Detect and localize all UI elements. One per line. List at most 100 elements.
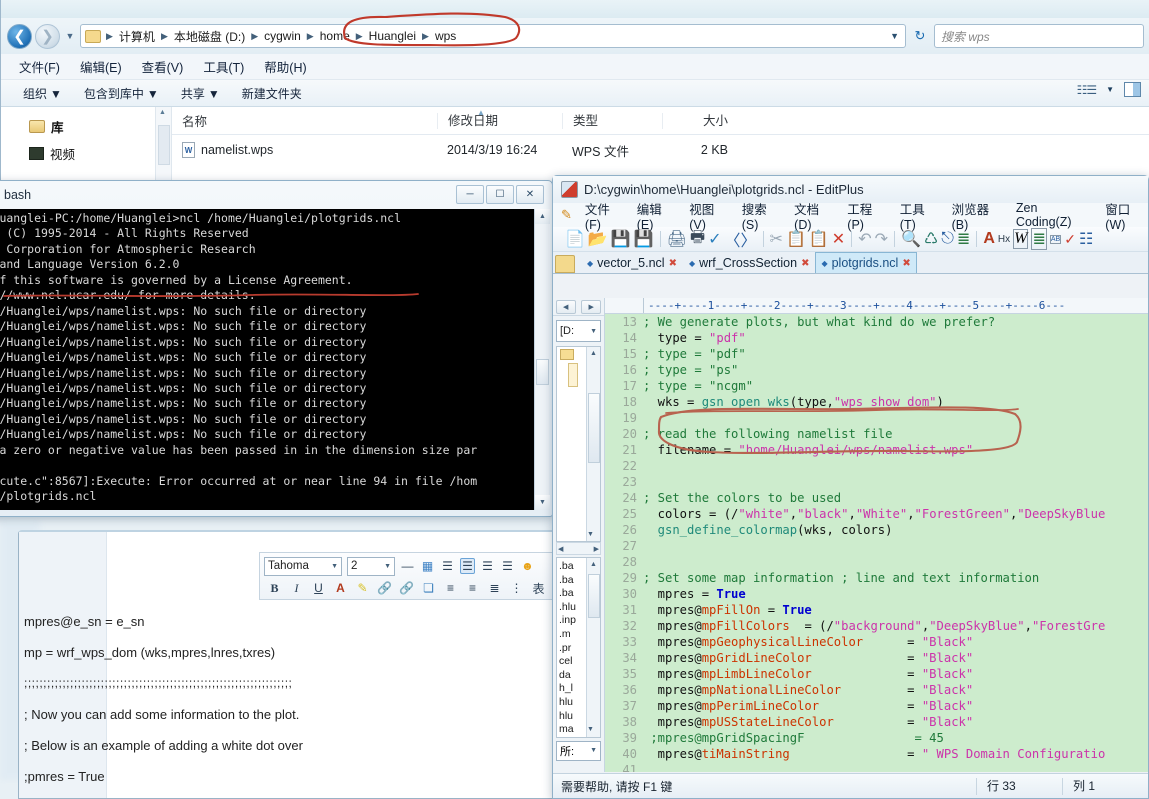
menu-document[interactable]: 文档(D) [794,199,834,232]
folder-icon[interactable] [555,255,575,273]
close-icon[interactable]: ✖ [801,258,809,269]
redo-icon[interactable]: ↷ [875,229,888,249]
line-number-icon[interactable]: ≣ [957,229,970,249]
font-icon[interactable]: A [983,230,995,248]
menu-zen-coding[interactable]: Zen Coding(Z) [1016,201,1092,229]
cut-icon[interactable]: ✂ [770,229,783,249]
close-icon[interactable]: ✖ [669,258,677,269]
tab-vector5[interactable]: ◆ vector_5.ncl ✖ [581,252,683,273]
menu-help[interactable]: 帮助(H) [264,57,306,76]
preview-pane-icon[interactable] [1124,82,1141,97]
tab-wrf-crosssection[interactable]: ◆ wrf_CrossSection ✖ [682,252,816,273]
organize-button[interactable]: 组织 ▼ [23,85,62,102]
menu-file[interactable]: 文件(F) [585,199,624,232]
tab-plotgrids[interactable]: ◆ plotgrids.ncl ✖ [815,252,917,273]
align-right-icon[interactable]: ☰ [480,559,495,573]
minus-icon[interactable]: — [400,559,415,573]
close-button[interactable]: ✕ [516,185,544,204]
close-icon[interactable]: ✖ [902,258,910,269]
code-line[interactable]: 37 mpres@mpPerimLineColor = "Black" [605,698,1148,714]
view-list-icon[interactable]: ☷☰ [1077,83,1097,97]
copy-icon[interactable]: 📋 [786,229,806,249]
indent-increase-icon[interactable]: ≡ [465,581,480,595]
scroll-right-icon[interactable]: ▶ [594,545,599,553]
share-button[interactable]: 共享 ▼ [181,85,220,102]
scrollbar-thumb[interactable] [158,125,170,165]
forward-button[interactable]: ❯ [35,23,60,49]
bulleted-list-icon[interactable]: ⋮ [509,581,524,595]
delete-icon[interactable]: ✕ [832,229,845,249]
code-line[interactable]: 36 mpres@mpNationalLineColor = "Black" [605,682,1148,698]
drive-select[interactable]: [D: ▼ [556,320,601,342]
address-bar[interactable]: ▶ 计算机 ▶ 本地磁盘 (D:) ▶ cygwin ▶ home ▶ Huan… [80,24,906,48]
print-icon[interactable]: 🖶 [690,226,705,253]
html-tag-icon[interactable]: 〈〉 [725,227,757,251]
find-icon[interactable]: 🔍 [901,229,921,249]
font-name-select[interactable]: Tahoma ▼ [264,556,342,576]
column-header-size[interactable]: 大小 [662,112,742,129]
scroll-down-icon[interactable]: ▼ [587,528,594,541]
remove-link-icon[interactable]: 🔗 [399,581,414,595]
menu-browser[interactable]: 浏览器(B) [952,199,1003,232]
back-button[interactable]: ❮ [7,23,32,49]
code-line[interactable]: 31 mpres@mpFillOn = True [605,602,1148,618]
include-in-library-button[interactable]: 包含到库中 ▼ [84,85,159,102]
scroll-up-icon[interactable]: ▲ [587,558,600,571]
code-line[interactable]: 27 [605,538,1148,554]
scroll-down-icon[interactable]: ▼ [535,495,550,510]
breadcrumb-item-3[interactable]: home [317,28,353,44]
check-icon[interactable]: ✓ [1064,231,1076,248]
code-line[interactable]: 38 mpres@mpUSStateLineColor = "Black" [605,714,1148,730]
sidebar-item-library[interactable]: 库 [29,117,155,136]
code-line[interactable]: 25 colors = (/"white","black","White","F… [605,506,1148,522]
code-line[interactable]: 17 ; type = "ncgm" [605,378,1148,394]
underline-icon[interactable]: U [311,581,326,595]
breadcrumb-item-2[interactable]: cygwin [261,28,304,44]
scroll-left-icon[interactable]: ◀ [558,545,563,553]
address-dropdown-icon[interactable]: ▼ [890,31,901,41]
insert-link-icon[interactable]: 🔗 [377,581,392,595]
code-line[interactable]: 34 mpres@mpGridLineColor = "Black" [605,650,1148,666]
code-line[interactable]: 21 filename = "home/Huanglei/wps/namelis… [605,442,1148,458]
menu-file[interactable]: 文件(F) [19,57,60,76]
clipboard-text-icon[interactable]: AB [1049,234,1062,244]
code-line[interactable]: 40 mpres@tiMainString = " WPS Domain Con… [605,746,1148,762]
search-input[interactable]: 搜索 wps [934,24,1144,48]
scrollbar-thumb[interactable] [588,393,600,463]
terminal-output[interactable]: nglei@Huanglei-PC:/home/Huanglei>ncl /ho… [0,209,549,510]
scroll-up-icon[interactable]: ▲ [159,109,166,116]
editor-code-area[interactable]: 13 ; We generate plots, but what kind do … [605,314,1148,772]
code-line[interactable]: 14 type = "pdf" [605,330,1148,346]
file-name-cell[interactable]: W namelist.wps [172,142,437,158]
code-line[interactable]: 13 ; We generate plots, but what kind do … [605,314,1148,330]
open-file-icon[interactable]: 📂 [588,229,608,249]
save-all-icon[interactable]: 💾 [634,229,654,249]
scrollbar-thumb[interactable] [588,574,600,618]
code-line[interactable]: 20 ; read the following namelist file [605,426,1148,442]
menu-view[interactable]: 查看(V) [142,57,184,76]
tree-hscrollbar[interactable]: ◀ ▶ [556,542,601,555]
font-size-select[interactable]: 2 ▼ [347,556,395,576]
code-line[interactable]: 19 [605,410,1148,426]
file-listing[interactable]: .ba .ba .ba .hlu .inp .m .pr cel da h_l hlu hlu ma ▲… [556,557,601,738]
code-line[interactable]: 33 mpres@mpGeophysicalLineColor = "Black… [605,634,1148,650]
code-line[interactable]: 26 gsn_define_colormap(wks, colors) [605,522,1148,538]
spellcheck-icon[interactable]: ✓ [708,229,721,249]
code-line[interactable]: 30 mpres = True [605,586,1148,602]
breadcrumb-item-0[interactable]: 计算机 [116,27,158,46]
sidepanel-next-button[interactable]: ▶ [581,299,602,314]
clear-format-icon[interactable]: ❏ [421,581,436,595]
scroll-down-icon[interactable]: ▼ [587,724,594,737]
refresh-button[interactable]: ↻ [909,24,931,48]
align-justify-icon[interactable]: ☰ [500,559,515,573]
scroll-up-icon[interactable]: ▲ [587,347,600,360]
menu-edit[interactable]: 编辑(E) [80,57,122,76]
code-line[interactable]: 16 ; type = "ps" [605,362,1148,378]
numbered-list-icon[interactable]: ≣ [487,581,502,595]
table-icon[interactable]: ▦ [420,559,435,573]
goto-icon[interactable]: ⎋ [941,230,954,248]
emoji-icon[interactable]: ☻ [520,559,535,573]
sidepanel-prev-button[interactable]: ◀ [555,299,576,314]
new-file-icon[interactable]: 📄 [565,229,585,249]
code-line[interactable]: 41 [605,762,1148,772]
